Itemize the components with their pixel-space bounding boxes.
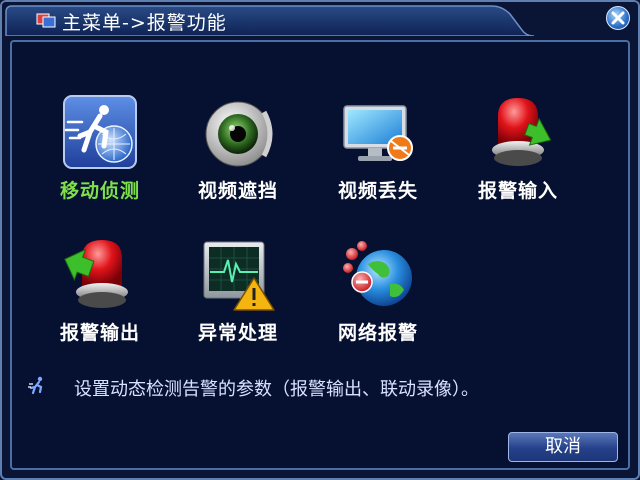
menu-item-alarm-input[interactable]: 报警输入 — [458, 92, 578, 202]
menu-item-label: 视频丢失 — [337, 180, 418, 202]
video-loss-icon — [343, 105, 413, 161]
menu-item-label: 网络报警 — [337, 322, 418, 344]
cancel-button[interactable]: 取消 — [508, 432, 618, 462]
motion-detect-icon — [63, 95, 137, 169]
menu-item-label: 报警输入 — [477, 180, 558, 202]
runner-icon — [28, 376, 43, 395]
window-title: 主菜单->报警功能 — [62, 12, 227, 34]
menu-item-motion-detect[interactable]: 移动侦测 — [40, 92, 160, 202]
hint-text: 设置动态检测告警的参数（报警输出、联动录像）。 — [74, 379, 479, 400]
menu-item-video-loss[interactable]: 视频丢失 — [318, 92, 438, 202]
menu-item-network-alarm[interactable]: 网络报警 — [318, 234, 438, 344]
close-icon — [611, 11, 625, 25]
abnormality-icon — [203, 241, 275, 311]
menu-item-label: 移动侦测 — [59, 180, 140, 202]
alarm-function-window: 主菜单->报警功能 移动侦测 视频遮挡 视频丢失 报警输入 报警输出 异常处理 … — [0, 0, 640, 480]
alarm-output-icon — [64, 240, 128, 308]
close-button[interactable] — [606, 6, 630, 30]
menu-item-alarm-output[interactable]: 报警输出 — [40, 234, 160, 344]
app-icon — [36, 13, 56, 28]
video-blind-icon — [205, 101, 273, 167]
main-panel: 移动侦测 视频遮挡 视频丢失 报警输入 报警输出 异常处理 网络报警 设置动态检… — [10, 40, 630, 470]
menu-item-video-blind[interactable]: 视频遮挡 — [178, 92, 298, 202]
menu-item-abnormality[interactable]: 异常处理 — [178, 234, 298, 344]
menu-item-label: 异常处理 — [197, 322, 278, 344]
network-alarm-icon — [343, 241, 412, 306]
menu-item-label: 报警输出 — [59, 322, 140, 344]
menu-item-label: 视频遮挡 — [197, 180, 278, 202]
alarm-input-icon — [492, 98, 552, 166]
title-bar: 主菜单->报警功能 — [2, 2, 638, 36]
